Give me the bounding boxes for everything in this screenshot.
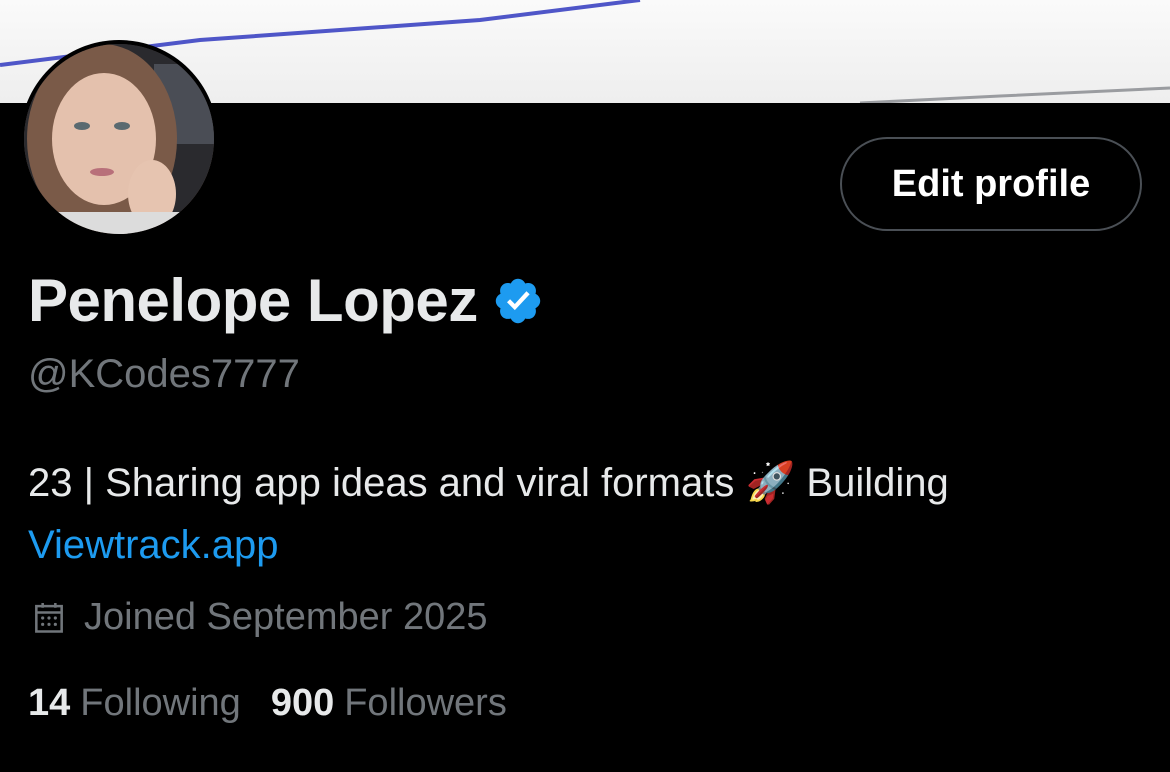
avatar-photo bbox=[24, 44, 214, 234]
following-link[interactable]: 14 Following bbox=[28, 682, 241, 725]
rocket-emoji: 🚀 bbox=[745, 460, 796, 506]
bio: 23 | Sharing app ideas and viral formats… bbox=[28, 452, 1148, 576]
followers-label: Followers bbox=[344, 682, 507, 724]
followers-count: 900 bbox=[270, 682, 335, 724]
display-name: Penelope Lopez bbox=[28, 267, 478, 334]
following-count: 14 bbox=[28, 682, 71, 724]
joined-date-row: Joined September 2025 bbox=[30, 596, 488, 639]
calendar-icon bbox=[30, 598, 68, 638]
follow-stats: 14 Following 900 Followers bbox=[28, 682, 507, 725]
edit-profile-button[interactable]: Edit profile bbox=[840, 137, 1142, 231]
bio-link[interactable]: Viewtrack.app bbox=[28, 523, 279, 567]
verified-badge-icon[interactable] bbox=[492, 275, 544, 327]
avatar[interactable] bbox=[20, 40, 218, 238]
name-row: Penelope Lopez bbox=[28, 266, 544, 335]
bio-text: 23 | Sharing app ideas and viral formats bbox=[28, 461, 735, 505]
following-label: Following bbox=[80, 682, 241, 724]
handle: @KCodes7777 bbox=[28, 352, 300, 396]
followers-link[interactable]: 900 Followers bbox=[271, 682, 507, 725]
joined-date-text: Joined September 2025 bbox=[84, 596, 488, 638]
bio-text-building: Building bbox=[795, 461, 949, 505]
